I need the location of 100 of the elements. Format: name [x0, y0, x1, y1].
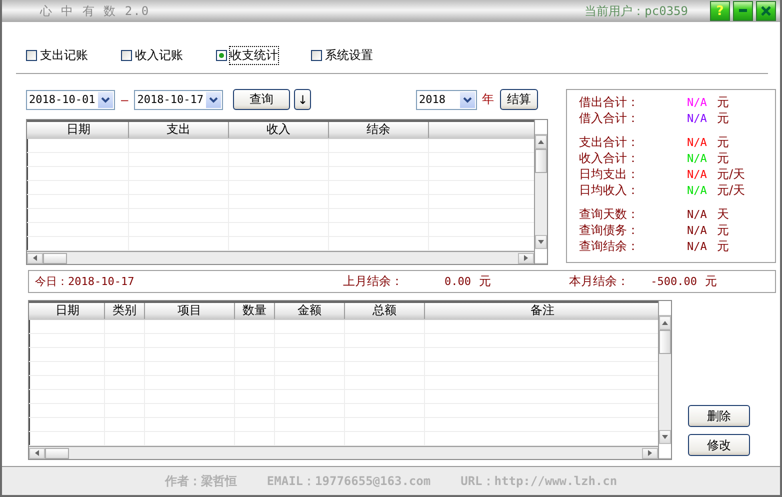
checkbox[interactable] — [26, 50, 37, 60]
stat-label: 借出合计： — [579, 94, 640, 110]
checkbox[interactable] — [121, 50, 132, 60]
scrollbar-thumb[interactable] — [659, 330, 671, 354]
table-row[interactable] — [29, 390, 658, 404]
table-row[interactable] — [29, 334, 658, 348]
scroll-left-icon[interactable] — [35, 450, 39, 456]
stat-label: 查询债务： — [579, 222, 640, 238]
column-header[interactable]: 结余 — [329, 122, 429, 138]
stat-unit: 元 — [717, 134, 729, 150]
stat-label: 收入合计： — [579, 150, 640, 166]
this-month-value: -500.00 — [650, 275, 697, 288]
scrollbar-corner — [535, 249, 547, 264]
footer-text: URL：http://www.lzh.cn — [460, 472, 618, 490]
close-icon — [761, 6, 771, 16]
table-row[interactable] — [27, 152, 534, 167]
horizontal-scrollbar[interactable] — [27, 251, 534, 264]
window-title: 心 中 有 数 2.0 — [40, 2, 150, 20]
scrollbar-thumb[interactable] — [535, 148, 547, 173]
tab-label[interactable]: 收入记账 — [135, 46, 183, 64]
stat-unit: 元 — [717, 222, 729, 238]
scroll-right-icon[interactable] — [648, 450, 652, 456]
stat-label: 支出合计： — [579, 134, 640, 150]
stat-value: N/A — [687, 224, 708, 236]
table-row[interactable] — [29, 376, 658, 390]
last-month-label: 上月结余： — [343, 273, 404, 290]
action-button[interactable]: 删除 — [688, 405, 750, 427]
column-header[interactable]: 日期 — [31, 303, 105, 319]
currency-unit: 元 — [479, 273, 492, 290]
this-month-label: 本月结余： — [569, 273, 630, 290]
vertical-scrollbar[interactable] — [658, 301, 671, 459]
column-header[interactable]: 类别 — [105, 303, 145, 319]
scroll-up-icon[interactable] — [538, 140, 544, 144]
table-row[interactable] — [27, 166, 534, 181]
stat-value: N/A — [687, 152, 708, 164]
footer-text: EMAIL：19776655@163.com — [266, 472, 431, 490]
tab-label[interactable]: 系统设置 — [325, 46, 373, 64]
stat-label: 查询天数： — [579, 206, 640, 222]
stat-unit: 元 — [717, 94, 729, 110]
horizontal-scrollbar[interactable] — [29, 446, 658, 459]
query-button[interactable]: 查询 — [233, 89, 290, 110]
tab-label[interactable]: 收支统计 — [230, 46, 278, 64]
minimize-icon — [738, 9, 748, 13]
scroll-up-icon[interactable] — [662, 321, 668, 325]
minimize-button[interactable] — [733, 1, 753, 21]
year-label: 年 — [482, 91, 494, 108]
current-user: 当前用户：pc0359 — [584, 2, 688, 20]
stat-unit: 元/天 — [717, 166, 746, 182]
last-month-value: 0.00 — [444, 275, 471, 288]
column-header[interactable]: 项目 — [145, 303, 235, 319]
table-row[interactable] — [29, 348, 658, 362]
action-button[interactable]: 修改 — [688, 434, 750, 456]
table-row[interactable] — [29, 362, 658, 376]
stat-unit: 元/天 — [717, 182, 746, 198]
stat-unit: 天 — [717, 206, 729, 222]
column-header[interactable]: 支出 — [129, 122, 229, 138]
scroll-right-icon[interactable] — [524, 255, 528, 261]
year-dropdown[interactable]: 2018 — [416, 90, 477, 110]
table-row[interactable] — [29, 404, 658, 418]
stat-value: N/A — [687, 136, 708, 148]
stat-label: 日均收入： — [579, 182, 640, 198]
checkbox[interactable] — [311, 50, 322, 60]
header-corner — [659, 301, 671, 316]
currency-unit: 元 — [705, 273, 717, 290]
stat-label: 查询结余： — [579, 238, 640, 254]
vertical-scrollbar[interactable] — [534, 120, 547, 264]
stat-unit: 元 — [717, 110, 729, 126]
stat-value: N/A — [687, 240, 708, 252]
column-header[interactable]: 总额 — [345, 303, 425, 319]
date-dropdown[interactable]: 2018-10-17 — [134, 90, 224, 110]
column-header[interactable]: 日期 — [29, 122, 129, 138]
table-row[interactable] — [27, 208, 534, 223]
stat-value: N/A — [687, 208, 708, 220]
range-dash: – — [121, 92, 128, 107]
table-row[interactable] — [27, 180, 534, 195]
stat-label: 日均支出： — [579, 166, 640, 182]
stat-unit: 元 — [717, 150, 729, 166]
header-corner — [535, 120, 547, 135]
scrollbar-corner — [659, 444, 671, 459]
scroll-down-icon[interactable] — [662, 435, 668, 439]
checkbox[interactable] — [216, 50, 227, 60]
column-header[interactable]: 金额 — [275, 303, 345, 319]
scroll-left-icon[interactable] — [33, 255, 37, 261]
footer-text: 作者：梁哲恒 — [164, 472, 237, 490]
scrollbar-thumb[interactable] — [45, 448, 69, 458]
stat-label: 借入合计： — [579, 110, 640, 126]
scrollbar-thumb[interactable] — [43, 252, 67, 264]
scroll-down-icon[interactable] — [538, 240, 544, 244]
today-date: 今日：2018-10-17 — [35, 274, 136, 289]
column-header[interactable]: 收入 — [229, 122, 329, 138]
close-button[interactable] — [756, 1, 776, 21]
tab-label[interactable]: 支出记账 — [40, 46, 88, 64]
column-header[interactable]: 数量 — [235, 303, 275, 319]
date-dropdown[interactable]: 2018-10-01 — [26, 90, 115, 110]
stat-unit: 元 — [717, 238, 729, 254]
table-row[interactable] — [27, 194, 534, 209]
settle-button[interactable]: 结算 — [500, 89, 538, 110]
stat-value: N/A — [687, 168, 708, 180]
sort-button[interactable]: ↓ — [294, 89, 312, 110]
stat-value: N/A — [687, 96, 708, 108]
